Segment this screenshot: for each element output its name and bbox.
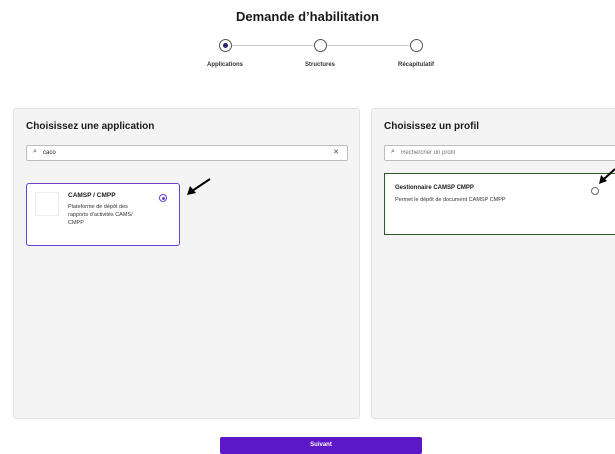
step-label-recapitulatif: Récapitulatif — [397, 62, 434, 68]
application-panel: Choisissez une application ⌕ ✕ CAMSP / C… — [13, 108, 360, 419]
step-indicator-recapitulatif — [410, 39, 423, 52]
step-indicator-applications — [219, 39, 232, 52]
arrow-icon — [599, 168, 615, 184]
profile-search-input[interactable] — [401, 147, 601, 159]
close-icon[interactable]: ✕ — [333, 148, 339, 156]
profile-card-gestionnaire[interactable]: Gestionnaire CAMSP CMPP Permet le dépôt … — [384, 173, 615, 235]
profile-panel-title: Choisissez un profil — [384, 121, 480, 132]
application-radio[interactable] — [159, 194, 167, 202]
application-search[interactable]: ⌕ ✕ — [26, 145, 348, 161]
application-description: Plateforme de dépôt des rapports d'activ… — [68, 204, 133, 226]
application-logo — [35, 192, 59, 216]
profile-description: Permet le dépôt de document CAMSP CMPP — [395, 197, 506, 203]
step-connector — [231, 45, 314, 46]
step-label-applications: Applications — [206, 62, 243, 68]
application-name: CAMSP / CMPP — [68, 192, 116, 199]
profile-card-body: Gestionnaire CAMSP CMPP Permet le dépôt … — [388, 177, 615, 213]
arrow-icon — [187, 178, 211, 195]
next-button[interactable]: Suivant — [220, 437, 422, 454]
page-title: Demande d’habilitation — [235, 9, 379, 24]
stepper: Applications Structures Récapitulatif — [200, 38, 440, 68]
profile-panel: Choisissez un profil ⌕ Gestionnaire CAMS… — [371, 108, 615, 419]
application-panel-title: Choisissez une application — [26, 121, 155, 132]
step-indicator-structures — [314, 39, 327, 52]
application-search-input[interactable] — [43, 147, 243, 159]
step-connector — [327, 45, 410, 46]
search-icon: ⌕ — [33, 148, 37, 155]
step-label-structures: Structures — [304, 62, 335, 68]
profile-search[interactable]: ⌕ — [384, 145, 615, 161]
profile-name: Gestionnaire CAMSP CMPP — [395, 185, 474, 191]
application-card-camsp-cmpp[interactable]: CAMSP / CMPP Plateforme de dépôt des rap… — [26, 183, 180, 246]
search-icon: ⌕ — [391, 148, 395, 155]
profile-radio[interactable] — [591, 187, 599, 195]
